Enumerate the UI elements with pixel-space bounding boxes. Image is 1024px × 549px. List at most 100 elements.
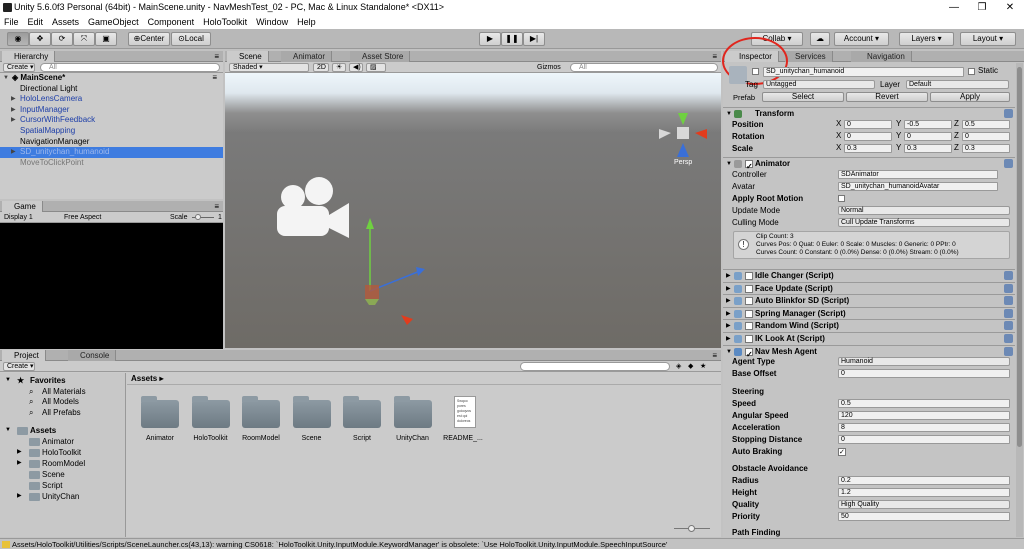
transform-sz-input[interactable]: 0.3 (962, 144, 1010, 153)
script-enabled-checkbox[interactable] (745, 272, 753, 280)
project-tree-root[interactable]: ▼ ★ Favorites (4, 375, 66, 386)
folder-icon[interactable] (393, 396, 432, 428)
transform-rx-input[interactable]: 0 (844, 132, 892, 141)
menu-edit[interactable]: Edit (28, 15, 44, 29)
game-menu-icon[interactable]: ≡ (214, 201, 219, 212)
axis-z-label[interactable]: Z (954, 119, 959, 128)
folder-icon[interactable] (292, 396, 331, 428)
base-offset-input[interactable]: 0 (838, 369, 1010, 378)
component-settings-icon[interactable] (1004, 347, 1013, 356)
menu-help[interactable]: Help (297, 15, 316, 29)
radius-input[interactable]: 0.2 (838, 476, 1010, 485)
expand-arrow-icon[interactable]: ▶ (726, 308, 731, 320)
expand-arrow-icon[interactable]: ▶ (17, 491, 22, 502)
root-motion-checkbox[interactable] (838, 195, 845, 202)
project-tree-item[interactable]: ⌕ All Models (16, 396, 79, 407)
effects-dropdown[interactable]: ▨ (366, 63, 386, 72)
project-tree-item[interactable]: Script (16, 480, 62, 491)
transform-rz-input[interactable]: 0 (962, 132, 1010, 141)
controller-field[interactable]: SDAnimator (838, 170, 998, 179)
tab-game[interactable]: Game (2, 201, 43, 212)
component-settings-icon[interactable] (1004, 296, 1013, 306)
expand-arrow-icon[interactable]: ▶ (17, 458, 22, 469)
project-tree-item[interactable]: Animator (16, 436, 74, 447)
script-enabled-checkbox[interactable] (745, 297, 753, 306)
readme-document-icon[interactable]: Swqoo pores goioqvos est qoi duloreos (454, 396, 476, 428)
axis-x-label[interactable]: X (836, 119, 841, 128)
hierarchy-create-dropdown[interactable]: Create ▾ (3, 63, 35, 72)
menu-component[interactable]: Component (148, 15, 195, 29)
expand-arrow-icon[interactable]: ▶ (11, 94, 16, 105)
zoom-slider-thumb[interactable] (688, 525, 695, 532)
filter-type-icon[interactable]: ◈ (676, 361, 681, 372)
script-component-header[interactable]: ▶ Face Update (Script) (723, 281, 1015, 294)
project-tree-root[interactable]: ▼ Assets (4, 425, 56, 436)
transform-pz-input[interactable]: 0.5 (962, 120, 1010, 129)
update-mode-dropdown[interactable]: Normal (838, 206, 1010, 215)
project-menu-icon[interactable]: ≡ (712, 350, 717, 361)
transform-px-input[interactable]: 0 (844, 120, 892, 129)
tab-project[interactable]: Project (2, 350, 46, 361)
maximize-button[interactable]: ❐ (968, 0, 996, 15)
animator-enabled-checkbox[interactable]: ✓ (745, 160, 753, 171)
hierarchy-search-input[interactable]: All (40, 63, 220, 72)
navmesh-enabled-checkbox[interactable]: ✓ (745, 348, 753, 359)
expand-arrow-icon[interactable]: ▶ (726, 333, 731, 345)
expand-arrow-icon[interactable]: ▼ (5, 425, 11, 436)
folder-icon[interactable] (242, 396, 280, 428)
transform-py-input[interactable]: -0.5 (904, 120, 952, 129)
component-settings-icon[interactable] (1004, 271, 1013, 280)
axis-x-label[interactable]: X (836, 131, 841, 140)
script-enabled-checkbox[interactable] (745, 322, 753, 331)
tab-services[interactable]: Services (785, 51, 833, 62)
component-settings-icon[interactable] (1004, 159, 1013, 168)
menu-holotoolkit[interactable]: HoloToolkit (203, 15, 247, 29)
folder-icon[interactable] (343, 396, 381, 428)
tag-dropdown[interactable]: Untagged (763, 80, 875, 89)
layer-dropdown[interactable]: Default (906, 80, 1009, 89)
scene-menu-icon[interactable]: ≡ (212, 73, 217, 84)
active-checkbox[interactable] (752, 68, 759, 75)
2d-toggle[interactable]: 2D (313, 63, 329, 72)
minimize-button[interactable]: — (940, 0, 968, 15)
axis-y-label[interactable]: Y (896, 131, 901, 140)
filter-label-icon[interactable]: ◆ (688, 361, 693, 372)
expand-arrow-icon[interactable]: ▶ (726, 320, 731, 332)
rotate-tool-button[interactable]: ⟳ (51, 32, 73, 46)
component-settings-icon[interactable] (1004, 283, 1013, 293)
lighting-toggle[interactable]: ☀ (332, 63, 346, 72)
play-button[interactable]: ▶ (479, 32, 501, 46)
scene-root-row[interactable]: ▼ ◈ MainScene* ≡ (0, 73, 223, 84)
cloud-button[interactable]: ☁ (810, 32, 830, 46)
script-enabled-checkbox[interactable] (745, 335, 753, 343)
tab-console[interactable]: Console (68, 350, 117, 361)
transform-ry-input[interactable]: 0 (904, 132, 952, 141)
avatar-field[interactable]: SD_unitychan_humanoidAvatar (838, 182, 998, 191)
persp-label[interactable]: Persp (674, 159, 692, 166)
folder-icon[interactable] (191, 396, 230, 428)
prefab-apply-button[interactable]: Apply (930, 92, 1010, 102)
component-settings-icon[interactable] (1004, 321, 1013, 331)
tab-scene[interactable]: Scene (227, 51, 269, 62)
rect-tool-button[interactable]: ▣ (95, 32, 117, 46)
culling-mode-dropdown[interactable]: Cull Update Transforms (838, 218, 1010, 227)
speed-input[interactable]: 0.5 (838, 399, 1010, 408)
angular-speed-input[interactable]: 120 (838, 411, 1010, 420)
object-name-input[interactable]: SD_unitychan_humanoid (763, 67, 964, 77)
expand-arrow-icon[interactable]: ▶ (726, 295, 731, 307)
project-create-dropdown[interactable]: Create ▾ (3, 362, 35, 371)
axis-y-label[interactable]: Y (896, 119, 901, 128)
audio-toggle[interactable]: ◀) (349, 63, 363, 72)
scale-tool-button[interactable]: ⤧ (73, 32, 95, 46)
project-tree-item[interactable]: ▶ UnityChan (16, 491, 79, 502)
static-checkbox[interactable] (968, 68, 975, 75)
breadcrumb-assets[interactable]: Assets (131, 374, 157, 383)
hierarchy-item[interactable]: SpatialMapping (0, 126, 223, 137)
expand-arrow-icon[interactable]: ▼ (3, 73, 9, 84)
animator-component-header[interactable]: ▼ ✓ Animator (723, 157, 1015, 171)
tab-hierarchy[interactable]: Hierarchy (2, 51, 56, 62)
gizmos-dropdown[interactable]: Gizmos (537, 62, 561, 73)
scrollbar-thumb[interactable] (1017, 67, 1022, 447)
script-enabled-checkbox[interactable] (745, 284, 753, 293)
layers-dropdown[interactable]: Layers ▾ (899, 32, 954, 46)
